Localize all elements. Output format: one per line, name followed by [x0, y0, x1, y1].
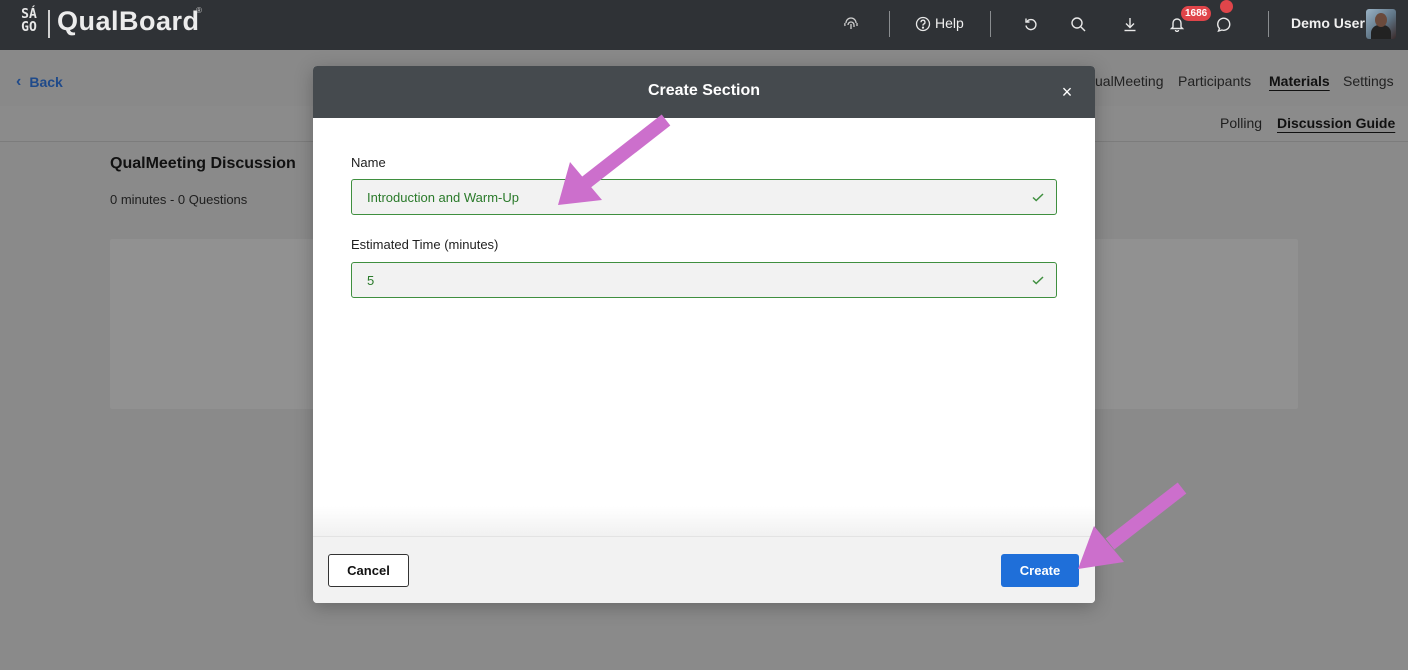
avatar[interactable]: [1366, 9, 1396, 39]
logo-bottom-text: GO: [21, 20, 37, 35]
app-name[interactable]: QualBoard: [57, 6, 200, 37]
registered-mark: ®: [196, 6, 202, 15]
name-label: Name: [351, 155, 386, 170]
cancel-button[interactable]: Cancel: [328, 554, 409, 587]
topbar-separator: [889, 11, 890, 37]
chevron-left-icon: ‹: [16, 73, 22, 90]
tab-settings[interactable]: Settings: [1343, 73, 1394, 89]
user-name[interactable]: Demo User: [1291, 15, 1365, 31]
close-icon[interactable]: ×: [1055, 80, 1079, 104]
create-button[interactable]: Create: [1001, 554, 1079, 587]
topbar-separator: [990, 11, 991, 37]
back-button[interactable]: ‹ Back: [16, 73, 63, 91]
modal-header: Create Section ×: [313, 66, 1095, 118]
logo-divider: [48, 10, 50, 38]
name-input[interactable]: [352, 180, 1022, 214]
estimated-time-input[interactable]: [352, 263, 1022, 297]
chat-unread-dot: [1220, 0, 1233, 13]
undo-icon[interactable]: [1020, 13, 1042, 35]
sago-logo: SÁ GO: [17, 8, 41, 34]
topbar-separator: [1268, 11, 1269, 37]
page-meta: 0 minutes - 0 Questions: [110, 192, 248, 207]
notification-count-badge: 1686: [1181, 6, 1212, 21]
time-field: [351, 262, 1057, 298]
modal-title: Create Section: [647, 82, 761, 99]
search-icon[interactable]: [1067, 13, 1089, 35]
back-label: Back: [29, 74, 63, 90]
page-title: QualMeeting Discussion: [110, 155, 296, 172]
download-icon[interactable]: [1119, 13, 1141, 35]
help-circle-icon[interactable]: [912, 13, 934, 35]
fingerprint-icon[interactable]: [840, 13, 862, 35]
tab-qualmeeting[interactable]: ualMeeting: [1095, 73, 1164, 89]
chat-icon[interactable]: [1213, 13, 1235, 35]
create-section-modal: Create Section × Name Estimated Time (mi…: [313, 66, 1095, 603]
tab-participants[interactable]: Participants: [1178, 73, 1251, 89]
help-link[interactable]: Help: [935, 15, 964, 31]
modal-body-fade: [313, 506, 1095, 536]
name-field: [351, 179, 1057, 215]
subtab-polling[interactable]: Polling: [1220, 115, 1262, 131]
subtab-discussion-guide[interactable]: Discussion Guide: [1277, 115, 1395, 131]
modal-footer: Cancel Create: [313, 536, 1095, 603]
time-label: Estimated Time (minutes): [351, 237, 499, 252]
top-bar: SÁ GO QualBoard ® Help 1686 Demo User: [0, 0, 1408, 50]
tab-materials[interactable]: Materials: [1269, 73, 1330, 89]
valid-check-icon: [1032, 276, 1044, 285]
valid-check-icon: [1032, 193, 1044, 202]
